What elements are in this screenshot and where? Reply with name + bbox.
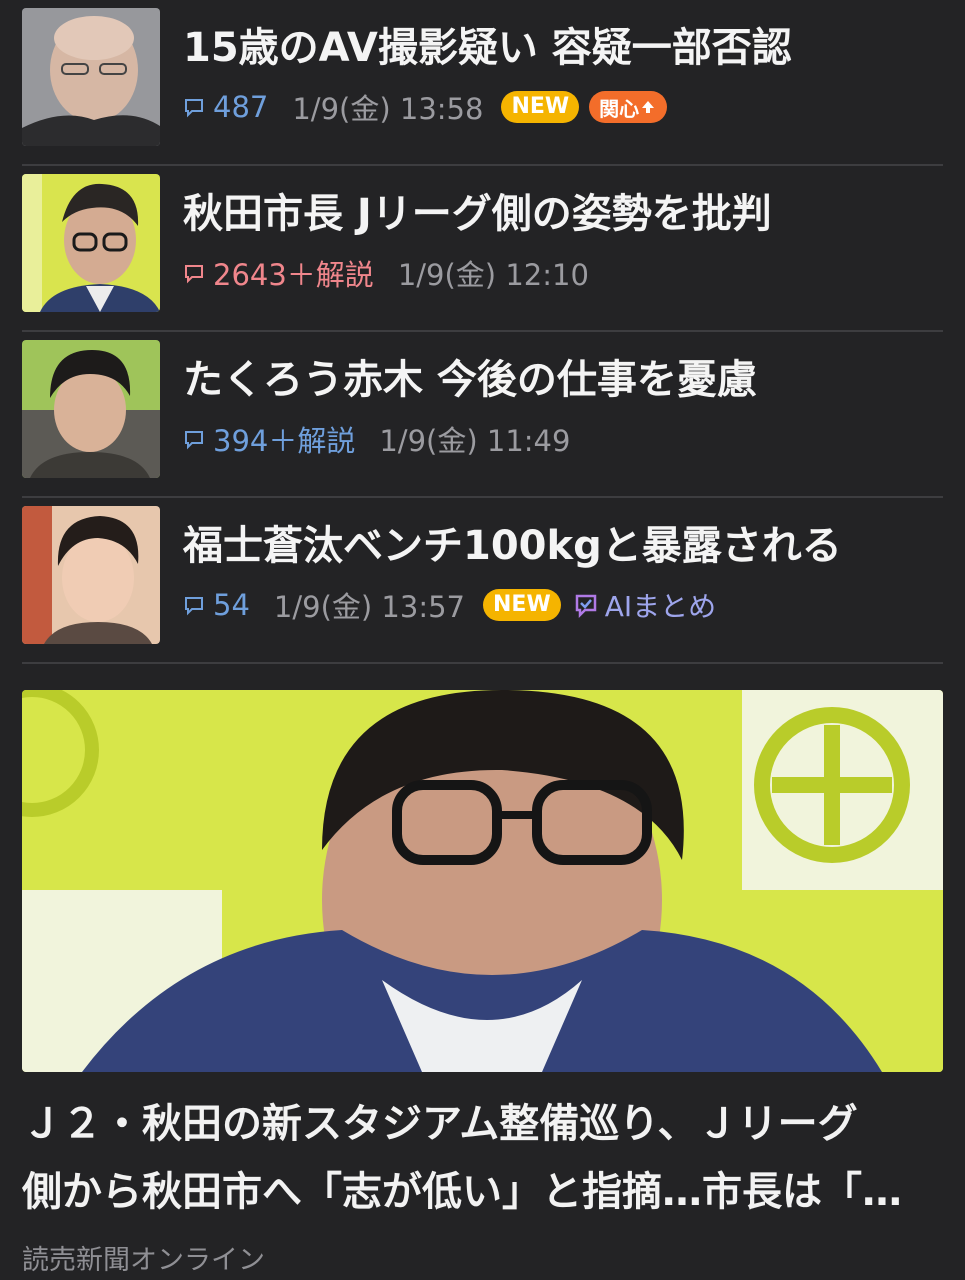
new-badge: NEW bbox=[483, 589, 561, 621]
article-item[interactable]: 福士蒼汰ベンチ100kgと暴露される 54 1/9(金) 13:57 NEW A… bbox=[22, 498, 943, 664]
article-date: 1/9(金) 11:49 bbox=[379, 424, 571, 458]
article-meta: 487 1/9(金) 13:58 NEW 関心 bbox=[183, 84, 943, 130]
news-feed: 15歳のAV撮影疑い 容疑一部否認 487 1/9(金) 13:58 NEW 関… bbox=[0, 0, 965, 1280]
article-meta: 54 1/9(金) 13:57 NEW AIまとめ bbox=[183, 582, 943, 628]
article-item[interactable]: 秋田市長 Jリーグ側の姿勢を批判 2643＋解説 1/9(金) 12:10 bbox=[22, 166, 943, 332]
article-thumbnail[interactable] bbox=[22, 340, 160, 478]
article-thumbnail[interactable] bbox=[22, 174, 160, 312]
interest-label: 関心 bbox=[599, 96, 640, 121]
speech-bubble-icon bbox=[185, 99, 203, 118]
speech-bubble-icon bbox=[185, 265, 203, 284]
article-title[interactable]: 福士蒼汰ベンチ100kgと暴露される bbox=[183, 518, 943, 574]
arrow-up-icon bbox=[642, 101, 655, 113]
article-thumbnail[interactable] bbox=[22, 8, 160, 146]
ai-summary-label: AIまとめ bbox=[604, 590, 717, 623]
hero-source: 読売新聞オンライン bbox=[22, 1245, 265, 1276]
speech-bubble-icon bbox=[185, 597, 203, 616]
article-item[interactable]: たくろう赤木 今後の仕事を憂慮 394＋解説 1/9(金) 11:49 bbox=[22, 332, 943, 498]
article-thumbnail[interactable] bbox=[22, 506, 160, 644]
hero-headline-line: Ｊ２・秋田の新スタジアム整備巡り、Ｊリーグ bbox=[22, 1101, 858, 1147]
article-item[interactable]: 15歳のAV撮影疑い 容疑一部否認 487 1/9(金) 13:58 NEW 関… bbox=[22, 0, 943, 166]
article-meta: 2643＋解説 1/9(金) 12:10 bbox=[183, 250, 943, 296]
hero-headline-line: 側から秋田市へ「志が低い」と指摘…市長は「… bbox=[22, 1169, 902, 1215]
comment-count[interactable]: 394＋解説 bbox=[213, 418, 355, 460]
new-badge: NEW bbox=[501, 91, 580, 123]
comment-count[interactable]: 2643＋解説 bbox=[213, 252, 374, 294]
hero-image[interactable] bbox=[22, 690, 943, 1072]
article-meta: 394＋解説 1/9(金) 11:49 bbox=[183, 416, 943, 462]
article-date: 1/9(金) 12:10 bbox=[397, 258, 589, 292]
speech-bubble-icon bbox=[185, 431, 203, 450]
comment-count[interactable]: 54 bbox=[213, 588, 250, 622]
article-date: 1/9(金) 13:57 bbox=[273, 590, 465, 624]
divider bbox=[22, 662, 943, 664]
interest-badge: 関心 bbox=[589, 91, 668, 123]
article-title[interactable]: たくろう赤木 今後の仕事を憂慮 bbox=[183, 352, 943, 408]
article-date: 1/9(金) 13:58 bbox=[292, 92, 484, 126]
hero-headline[interactable]: Ｊ２・秋田の新スタジアム整備巡り、Ｊリーグ 側から秋田市へ「志が低い」と指摘…市… bbox=[22, 1090, 943, 1226]
ai-summary-link[interactable]: AIまとめ bbox=[571, 585, 716, 625]
comment-count[interactable]: 487 bbox=[213, 90, 268, 124]
article-title[interactable]: 秋田市長 Jリーグ側の姿勢を批判 bbox=[183, 186, 943, 242]
article-title[interactable]: 15歳のAV撮影疑い 容疑一部否認 bbox=[183, 20, 943, 76]
ai-check-icon bbox=[575, 594, 596, 619]
